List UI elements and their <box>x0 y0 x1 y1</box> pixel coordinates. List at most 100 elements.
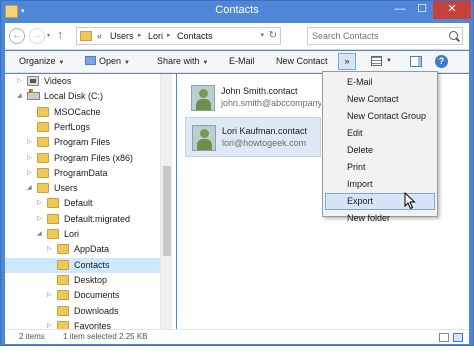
tree-item-label: Videos <box>44 76 72 86</box>
menu-item-new-contact[interactable]: New Contact <box>323 91 437 108</box>
tree-item-default-migrated[interactable]: ▷ Default.migrated <box>5 212 160 227</box>
more-commands-menu: E-Mail New Contact New Contact Group Edit De… <box>322 71 438 223</box>
tree-item-users[interactable]: ◢ Users <box>5 181 160 196</box>
share-with-button[interactable]: Share with ▼ <box>157 56 208 66</box>
menu-item-import[interactable]: Import <box>323 176 437 193</box>
status-bar: 2 items 1 item selected 2.25 KB <box>5 329 469 344</box>
help-icon[interactable]: ? <box>435 55 448 68</box>
breadcrumb-lori[interactable]: Lori <box>148 31 163 41</box>
title-bar[interactable]: ▾ Contacts — ☐ ✕ <box>1 1 473 23</box>
recent-locations-button[interactable]: ▾ <box>47 32 50 39</box>
email-button[interactable]: E-Mail <box>229 56 255 66</box>
address-bar[interactable]: « Users ▸ Lori ▸ Contacts ▾ ↻ <box>76 27 281 45</box>
contact-icon <box>191 85 215 111</box>
menu-item-delete[interactable]: Delete <box>323 142 437 159</box>
search-icon[interactable] <box>449 31 458 40</box>
up-arrow-icon[interactable]: ↑ <box>57 27 64 42</box>
forward-button[interactable]: → <box>29 28 45 44</box>
close-button[interactable]: ✕ <box>433 1 471 19</box>
menu-item-new-folder[interactable]: New folder <box>323 210 437 227</box>
tree-item-documents[interactable]: ▷ Documents <box>5 288 160 303</box>
folder-icon <box>37 152 49 163</box>
breadcrumb-separator-icon[interactable]: ▸ <box>138 31 142 39</box>
large-icons-view-icon[interactable] <box>453 333 463 342</box>
explorer-window: ▾ Contacts — ☐ ✕ ← → ▾ ↑ « Users ▸ Lori … <box>0 0 474 346</box>
tree-item-label: Favorites <box>74 320 112 329</box>
tree-item-label: Default.migrated <box>64 213 131 224</box>
change-view-icon[interactable] <box>371 56 382 66</box>
folder-icon <box>47 213 59 224</box>
refresh-icon[interactable]: ↻ <box>269 30 277 41</box>
expand-arrow-icon[interactable]: ▷ <box>17 77 22 84</box>
back-button[interactable]: ← <box>9 28 25 44</box>
tree-item-downloads[interactable]: Downloads <box>5 304 160 319</box>
expand-arrow-icon[interactable]: ▷ <box>27 169 32 176</box>
menu-item-edit[interactable]: Edit <box>323 125 437 142</box>
tree-item-label: Program Files <box>54 137 111 148</box>
organize-button[interactable]: Organize ▼ <box>19 56 64 66</box>
tree-item-perflogs[interactable]: PerfLogs <box>5 120 160 135</box>
contacts-folder-icon <box>80 31 92 41</box>
more-commands-button[interactable]: » <box>338 53 356 70</box>
tree-item-desktop[interactable]: Desktop <box>5 273 160 288</box>
scrollbar-thumb[interactable] <box>163 166 171 256</box>
tree-item-label: AppData <box>74 244 110 255</box>
tree-item-lori[interactable]: ◢ Lori <box>5 227 160 242</box>
breadcrumb-contacts[interactable]: Contacts <box>177 31 213 41</box>
menu-item-e-mail[interactable]: E-Mail <box>323 74 437 91</box>
tree-item-appdata[interactable]: ▷ AppData <box>5 242 160 257</box>
address-row: ← → ▾ ↑ « Users ▸ Lori ▸ Contacts ▾ ↻ <box>5 23 469 50</box>
open-button[interactable]: Open ▼ <box>85 56 130 66</box>
tree-item-label: MSOCache <box>54 106 101 117</box>
preview-pane-icon[interactable] <box>410 56 422 67</box>
selection-info: 1 item selected 2.25 KB <box>63 332 148 341</box>
minimize-button[interactable]: — <box>389 1 411 19</box>
breadcrumb-users[interactable]: Users <box>110 31 134 41</box>
search-input[interactable] <box>308 28 444 44</box>
tree-item-videos[interactable]: ▷ Videos <box>5 74 160 89</box>
navigation-pane[interactable]: ▷ Videos ◢ Local Disk (C:) MSOCache PerfLogs ▷… <box>5 74 176 329</box>
expand-arrow-icon[interactable]: ▷ <box>27 154 32 161</box>
expand-arrow-icon[interactable]: ▷ <box>47 245 52 252</box>
details-view-icon[interactable] <box>439 333 449 342</box>
menu-item-print[interactable]: Print <box>323 159 437 176</box>
collapse-arrow-icon[interactable]: ◢ <box>37 230 42 237</box>
new-contact-button[interactable]: New Contact <box>276 56 328 66</box>
tree-item-program-files[interactable]: ▷ Program Files <box>5 135 160 150</box>
breadcrumb-separator-icon[interactable]: ▸ <box>167 31 171 39</box>
tree-item-favorites[interactable]: ▷ Favorites <box>5 319 160 329</box>
address-overflow-chevron[interactable]: « <box>97 31 102 41</box>
folder-icon <box>57 259 69 270</box>
tree-item-msocache[interactable]: MSOCache <box>5 105 160 120</box>
view-toggles <box>439 333 463 342</box>
tree-item-programdata[interactable]: ▷ ProgramData <box>5 166 160 181</box>
collapse-arrow-icon[interactable]: ◢ <box>27 184 32 191</box>
contact-file-item[interactable]: John Smith.contact john.smith@abccompany… <box>185 78 321 118</box>
expand-arrow-icon[interactable]: ▷ <box>37 215 42 222</box>
menu-item-new-contact-group[interactable]: New Contact Group <box>323 108 437 125</box>
chevron-down-icon[interactable]: ▼ <box>386 58 392 64</box>
expand-arrow-icon[interactable]: ▷ <box>27 138 32 145</box>
tree-item-contacts[interactable]: Contacts <box>5 257 160 273</box>
tree-item-default[interactable]: ▷ Default <box>5 196 160 211</box>
tree-item-program-files-x86[interactable]: ▷ Program Files (x86) <box>5 151 160 166</box>
tree-item-local-disk-c[interactable]: ◢ Local Disk (C:) <box>5 89 160 104</box>
menu-item-export[interactable]: Export <box>325 193 435 210</box>
folder-icon <box>57 244 69 255</box>
expand-arrow-icon[interactable]: ▷ <box>47 322 52 329</box>
folder-icon <box>37 183 49 194</box>
search-box[interactable] <box>307 27 463 45</box>
navigation-scrollbar[interactable] <box>160 74 172 329</box>
expand-arrow-icon[interactable]: ▷ <box>37 199 42 206</box>
folder-icon <box>37 106 49 117</box>
folder-icon <box>37 121 49 132</box>
tree-item-label: Local Disk (C:) <box>44 91 104 102</box>
maximize-button[interactable]: ☐ <box>411 1 433 19</box>
collapse-arrow-icon[interactable]: ◢ <box>17 92 22 99</box>
contact-file-item-selected[interactable]: Lori Kaufman.contact lori@howtogeek.com <box>185 117 321 157</box>
drive-icon <box>27 89 40 101</box>
address-dropdown-icon[interactable]: ▾ <box>260 31 264 39</box>
expand-arrow-icon[interactable]: ▷ <box>47 291 52 298</box>
contact-file-name: Lori Kaufman.contact <box>222 126 308 136</box>
mouse-pointer-icon <box>404 192 416 210</box>
